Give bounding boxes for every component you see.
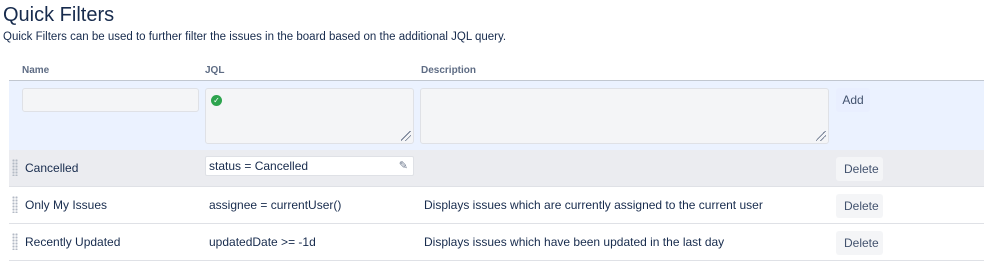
- jql-edit-field[interactable]: status = Cancelled ✎: [205, 156, 414, 176]
- check-circle-icon: ✓: [211, 95, 222, 106]
- row-description[interactable]: Displays issues which are currently assi…: [424, 198, 763, 212]
- header-description: Description: [421, 65, 477, 76]
- row-name[interactable]: Only My Issues: [25, 198, 107, 212]
- row-jql: status = Cancelled: [209, 159, 309, 173]
- table-row: Only My Issues assignee = currentUser() …: [9, 187, 984, 224]
- row-description[interactable]: Displays issues which have been updated …: [424, 235, 724, 249]
- name-input[interactable]: [22, 88, 199, 112]
- delete-button[interactable]: Delete: [836, 157, 883, 181]
- drag-handle-icon[interactable]: [12, 196, 18, 213]
- table-row: Cancelled status = Cancelled ✎ Delete: [9, 150, 984, 187]
- jql-textarea[interactable]: ✓: [205, 88, 414, 144]
- page-title: Quick Filters: [3, 4, 115, 26]
- delete-button[interactable]: Delete: [836, 194, 883, 218]
- drag-handle-icon[interactable]: [12, 233, 18, 250]
- drag-handle-icon[interactable]: [12, 159, 18, 176]
- row-jql[interactable]: updatedDate >= -1d: [209, 235, 316, 249]
- pencil-icon[interactable]: ✎: [399, 157, 408, 175]
- row-jql[interactable]: assignee = currentUser(): [209, 198, 341, 212]
- add-button[interactable]: Add: [836, 88, 870, 112]
- delete-button[interactable]: Delete: [836, 231, 883, 255]
- resize-grip-icon[interactable]: [816, 131, 826, 141]
- row-name[interactable]: Recently Updated: [25, 235, 120, 249]
- resize-grip-icon[interactable]: [401, 131, 411, 141]
- description-textarea[interactable]: [420, 88, 829, 144]
- header-name: Name: [22, 65, 50, 76]
- page-description: Quick Filters can be used to further fil…: [3, 31, 507, 43]
- header-jql: JQL: [205, 65, 225, 76]
- table-row: Recently Updated updatedDate >= -1d Disp…: [9, 224, 984, 261]
- row-name[interactable]: Cancelled: [25, 161, 78, 175]
